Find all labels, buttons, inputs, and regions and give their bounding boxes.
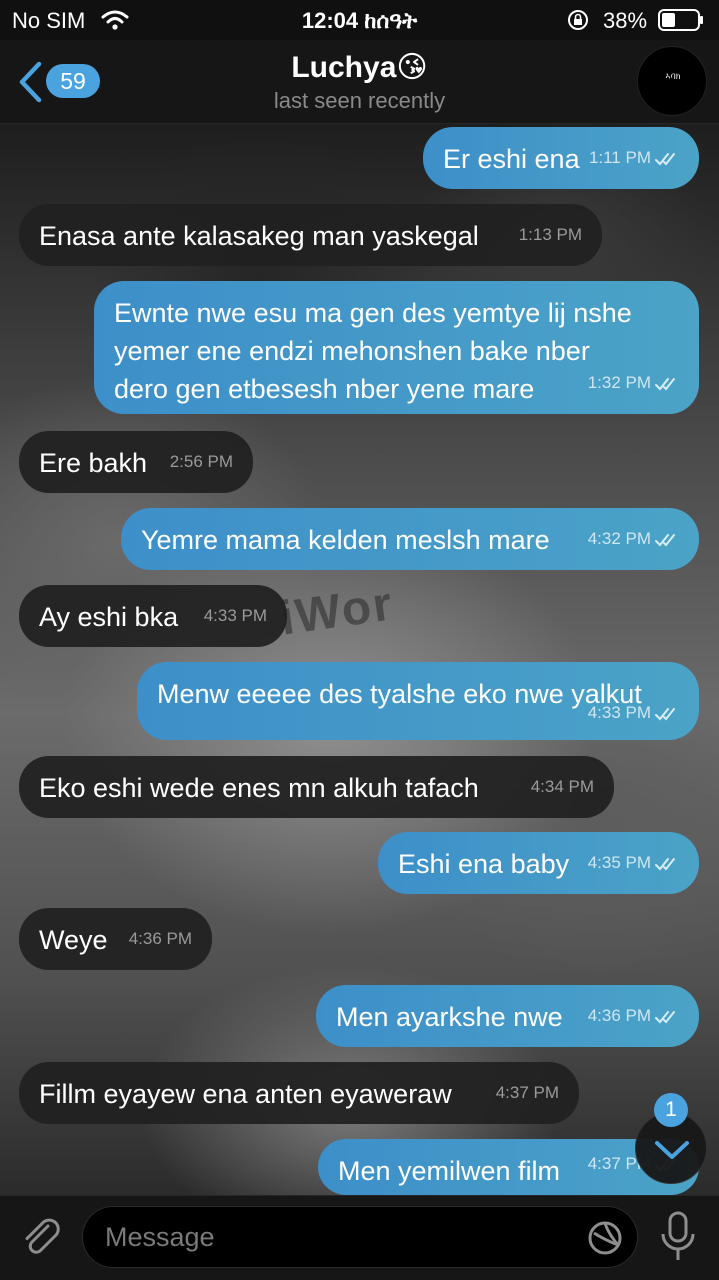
battery-icon xyxy=(658,9,703,31)
incoming-message[interactable]: Ere bakh 2:56 PM xyxy=(19,431,253,493)
message-field xyxy=(82,1206,638,1268)
message-time: 1:11 PM xyxy=(588,148,651,167)
status-bar: No SIM 12:04 ከሰዓት 38% xyxy=(0,0,719,40)
outgoing-message[interactable]: Yemre mama kelden meslsh mare 4:32 PM xyxy=(121,508,699,570)
double-check-icon xyxy=(655,533,675,547)
message-time: 4:35 PM xyxy=(587,853,651,872)
message-time: 1:32 PM xyxy=(587,373,651,392)
message-text: Enasa ante kalasakeg man yaskegal xyxy=(39,221,479,251)
avatar-logo-text: ኣባክ xyxy=(665,72,681,82)
composer-bar xyxy=(0,1195,719,1280)
message-meta: 2:56 PM xyxy=(170,443,233,481)
chat-last-seen: last seen recently xyxy=(273,88,446,113)
message-time: 4:37 PM xyxy=(495,1083,559,1102)
double-check-icon xyxy=(655,707,675,721)
message-time: 4:36 PM xyxy=(587,1006,651,1025)
paperclip-icon[interactable] xyxy=(18,1214,66,1262)
message-meta: 1:11 PM xyxy=(589,139,681,177)
outgoing-message[interactable]: Eshi ena baby 4:35 PM xyxy=(378,832,699,894)
message-meta: 1:13 PM xyxy=(519,216,582,254)
message-meta: 4:37 PM xyxy=(496,1074,559,1112)
double-check-icon xyxy=(655,377,675,391)
message-meta: 4:36 PM xyxy=(129,920,192,958)
incoming-message[interactable]: Ay eshi bka 4:33 PM xyxy=(19,585,287,647)
message-meta: 4:33 PM xyxy=(204,597,267,635)
double-check-icon xyxy=(655,152,675,166)
message-time: 4:34 PM xyxy=(530,777,594,796)
microphone-icon[interactable] xyxy=(656,1210,700,1264)
message-input[interactable] xyxy=(105,1207,575,1267)
incoming-message[interactable]: Fillm eyayew ena anten eyaweraw 4:37 PM xyxy=(19,1062,579,1124)
avatar[interactable]: ኣባክ xyxy=(637,46,707,116)
message-text: Fillm eyayew ena anten eyaweraw xyxy=(39,1079,452,1109)
message-time: 4:36 PM xyxy=(128,929,192,948)
chat-header: 59 Luchya😘 last seen recently ኣባክ xyxy=(0,40,719,124)
message-text-line: Ewnte nwe esu ma gen des yemtye lij nshe xyxy=(114,298,632,328)
double-check-icon xyxy=(655,1010,675,1024)
new-messages-badge: 1 xyxy=(654,1093,688,1127)
outgoing-message[interactable]: Ewnte nwe esu ma gen des yemtye lij nshe… xyxy=(94,281,699,414)
outgoing-message[interactable]: Menw eeeee des tyalshe eko nwe yalkut 4:3… xyxy=(137,662,699,740)
outgoing-message[interactable]: Er eshi ena 1:11 PM xyxy=(423,127,699,189)
message-time: 1:13 PM xyxy=(518,225,582,244)
message-meta: 4:34 PM xyxy=(531,768,594,806)
sticker-icon[interactable] xyxy=(586,1219,624,1257)
message-meta: 1:32 PM xyxy=(588,364,681,402)
wallpaper-photo-detail: iWor xyxy=(276,577,397,646)
incoming-message[interactable]: Eko eshi wede enes mn alkuh tafach 4:34 P… xyxy=(19,756,614,818)
double-check-icon xyxy=(655,857,675,871)
battery-percent: 38% xyxy=(603,8,648,33)
chat-title[interactable]: Luchya😘 xyxy=(0,50,719,85)
message-time: 4:33 PM xyxy=(587,703,651,722)
message-meta: 4:32 PM xyxy=(588,520,681,558)
message-meta: 4:36 PM xyxy=(588,997,681,1035)
message-text: Eko eshi wede enes mn alkuh tafach xyxy=(39,773,479,803)
outgoing-message[interactable]: Men ayarkshe nwe 4:36 PM xyxy=(316,985,699,1047)
incoming-message[interactable]: Weye 4:36 PM xyxy=(19,908,212,970)
message-meta: 4:33 PM xyxy=(588,694,681,732)
lock-rotation-icon xyxy=(568,10,588,30)
message-meta: 4:35 PM xyxy=(588,844,681,882)
message-time: 4:33 PM xyxy=(203,606,267,625)
incoming-message[interactable]: Enasa ante kalasakeg man yaskegal 1:13 PM xyxy=(19,204,602,266)
message-time: 4:32 PM xyxy=(587,529,651,548)
message-time: 2:56 PM xyxy=(169,452,233,471)
